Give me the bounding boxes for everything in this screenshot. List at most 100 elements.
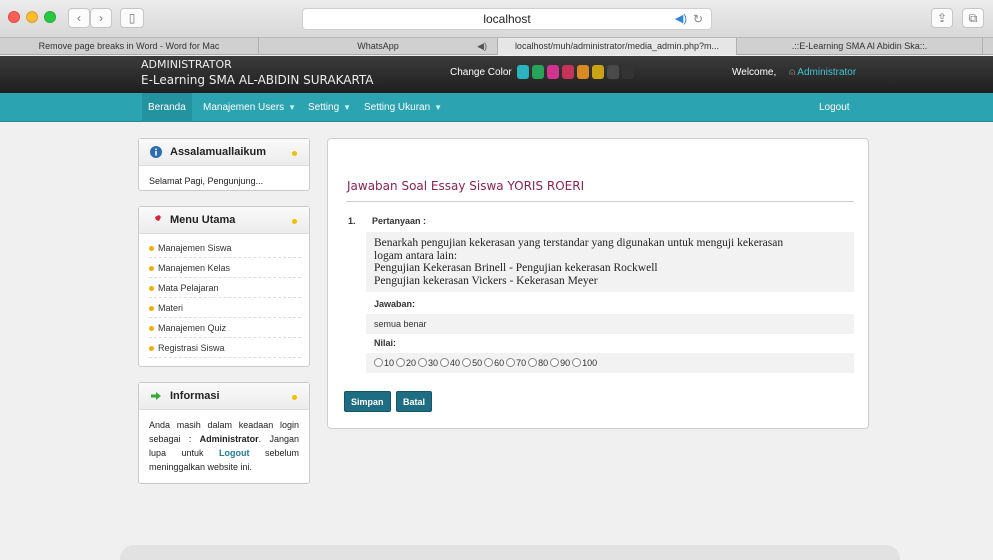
info-box: Informasi Anda masih dalam keadaan login… (138, 382, 310, 484)
menu-setting[interactable]: Setting ▼ (302, 93, 357, 122)
score-value: 80 (538, 358, 549, 368)
radio-circle-icon[interactable] (528, 358, 538, 367)
sidebar-item-mata-pelajaran[interactable]: Mata Pelajaran (149, 278, 301, 298)
radio-circle-icon[interactable] (462, 358, 472, 367)
chevron-right-icon: › (99, 11, 103, 25)
answer-text: semua benar (366, 314, 854, 334)
question-line: Benarkah pengujian kekerasan yang tersta… (374, 237, 784, 249)
reload-icon[interactable]: ↻ (693, 9, 703, 29)
menu-logout[interactable]: Logout (813, 93, 856, 122)
radio-circle-icon[interactable] (506, 358, 516, 367)
main-menu-box: Menu Utama Manajemen Siswa Manajemen Kel… (138, 206, 310, 367)
menu-beranda[interactable]: Beranda (142, 93, 192, 122)
color-swatch[interactable] (517, 65, 529, 79)
caret-down-icon: ▼ (343, 103, 352, 112)
caret-down-icon: ▼ (434, 103, 443, 112)
main-menu-header: Menu Utama (139, 207, 309, 234)
speaker-icon[interactable]: ◀︎) (675, 9, 687, 29)
question-text: Benarkah pengujian kekerasan yang tersta… (366, 232, 854, 292)
welcome-label: Welcome, (732, 67, 777, 78)
address-bar[interactable]: localhost ◀︎) ↻ (302, 8, 712, 30)
color-swatch[interactable] (577, 65, 589, 79)
color-swatch[interactable] (607, 65, 619, 79)
dot-icon (292, 219, 297, 224)
score-value: 10 (384, 358, 395, 368)
info-role: Administrator (199, 434, 259, 444)
question-number: 1. (348, 216, 356, 226)
score-radio[interactable]: 70 (506, 353, 526, 373)
menu-label: Manajemen Users (203, 102, 285, 113)
tab-title: Remove page breaks in Word - Word for Ma… (38, 41, 220, 51)
menu-label: Setting Ukuran (364, 102, 431, 113)
score-radio[interactable]: 20 (396, 353, 416, 373)
save-button[interactable]: Simpan (344, 391, 391, 412)
greeting-box: Assalamuallaikum Selamat Pagi, Pengunjun… (138, 138, 310, 191)
score-radio[interactable]: 30 (418, 353, 438, 373)
cancel-button[interactable]: Batal (396, 391, 433, 412)
score-value: 70 (516, 358, 527, 368)
score-radio[interactable]: 80 (528, 353, 548, 373)
radio-circle-icon[interactable] (572, 358, 582, 367)
caret-down-icon: ▼ (288, 103, 297, 112)
score-radio[interactable]: 100 (572, 353, 597, 373)
tabs-overview-button[interactable]: ⧉ (962, 8, 984, 28)
sidebar-item-manajemen-kelas[interactable]: Manajemen Kelas (149, 258, 301, 278)
answer-label: Jawaban: (374, 299, 416, 309)
tabs-icon: ⧉ (968, 11, 978, 25)
menu-setting-ukuran[interactable]: Setting Ukuran ▼ (358, 93, 448, 122)
score-value: 20 (406, 358, 417, 368)
score-value: 30 (428, 358, 439, 368)
radio-circle-icon[interactable] (440, 358, 450, 367)
score-radio[interactable]: 90 (550, 353, 570, 373)
window-minimize-button[interactable] (26, 11, 38, 23)
score-radio[interactable]: 40 (440, 353, 460, 373)
color-swatch[interactable] (622, 65, 634, 79)
window-zoom-button[interactable] (44, 11, 56, 23)
browser-tab[interactable]: WhatsApp ◀︎) (259, 38, 498, 55)
page-title: Jawaban Soal Essay Siswa YORIS ROERI (347, 179, 585, 193)
sidebar-item-materi[interactable]: Materi (149, 298, 301, 318)
browser-tab-active[interactable]: localhost/muh/administrator/media_admin.… (498, 38, 737, 55)
question-label: Pertanyaan : (372, 216, 427, 226)
greeting-title: Assalamuallaikum (170, 146, 266, 158)
window-close-button[interactable] (8, 11, 20, 23)
main-menu-bar: Beranda Manajemen Users ▼ Setting ▼ Settin… (0, 93, 993, 122)
radio-circle-icon[interactable] (484, 358, 494, 367)
color-swatch[interactable] (547, 65, 559, 79)
info-logout-link[interactable]: Logout (219, 448, 250, 458)
forward-button[interactable]: › (90, 8, 112, 28)
sidebar-toggle-button[interactable]: ▯ (120, 8, 144, 28)
tab-bar: Remove page breaks in Word - Word for Ma… (0, 38, 993, 55)
score-value: 60 (494, 358, 505, 368)
user-link[interactable]: ⍝ Administrator (789, 67, 856, 78)
welcome-area: Welcome, ⍝ Administrator (732, 67, 856, 78)
browser-tab[interactable]: Remove page breaks in Word - Word for Ma… (0, 38, 259, 55)
radio-circle-icon[interactable] (418, 358, 428, 367)
main-menu-title: Menu Utama (170, 214, 236, 226)
score-radio-group: 10 20 30 40 50 60 70 80 90 100 (366, 353, 854, 373)
score-radio[interactable]: 50 (462, 353, 482, 373)
color-swatch[interactable] (562, 65, 574, 79)
score-value: 90 (560, 358, 571, 368)
browser-tab[interactable]: .::E-Learning SMA Al Abidin Ska::. (737, 38, 983, 55)
color-swatch[interactable] (532, 65, 544, 79)
question-line: Pengujian Kekerasan Brinell - Pengujian … (374, 262, 658, 274)
sidebar-item-registrasi-siswa[interactable]: Registrasi Siswa (149, 338, 301, 358)
radio-circle-icon[interactable] (550, 358, 560, 367)
score-radio[interactable]: 60 (484, 353, 504, 373)
color-swatch[interactable] (592, 65, 604, 79)
info-header: Informasi (139, 383, 309, 410)
radio-circle-icon[interactable] (374, 358, 383, 367)
menu-manajemen-users[interactable]: Manajemen Users ▼ (197, 93, 302, 122)
score-radio[interactable]: 10 (374, 353, 394, 373)
sidebar-item-manajemen-siswa[interactable]: Manajemen Siswa (149, 238, 301, 258)
share-icon: ⇪ (936, 11, 948, 25)
answer-panel: Jawaban Soal Essay Siswa YORIS ROERI 1. … (327, 138, 869, 429)
greeting-text: Selamat Pagi, Pengunjung... (149, 176, 264, 186)
sidebar-item-manajemen-quiz[interactable]: Manajemen Quiz (149, 318, 301, 338)
back-button[interactable]: ‹ (68, 8, 90, 28)
question-line: logam antara lain: (374, 249, 458, 262)
arrow-right-icon (151, 392, 161, 400)
share-button[interactable]: ⇪ (931, 8, 953, 28)
radio-circle-icon[interactable] (396, 358, 406, 367)
